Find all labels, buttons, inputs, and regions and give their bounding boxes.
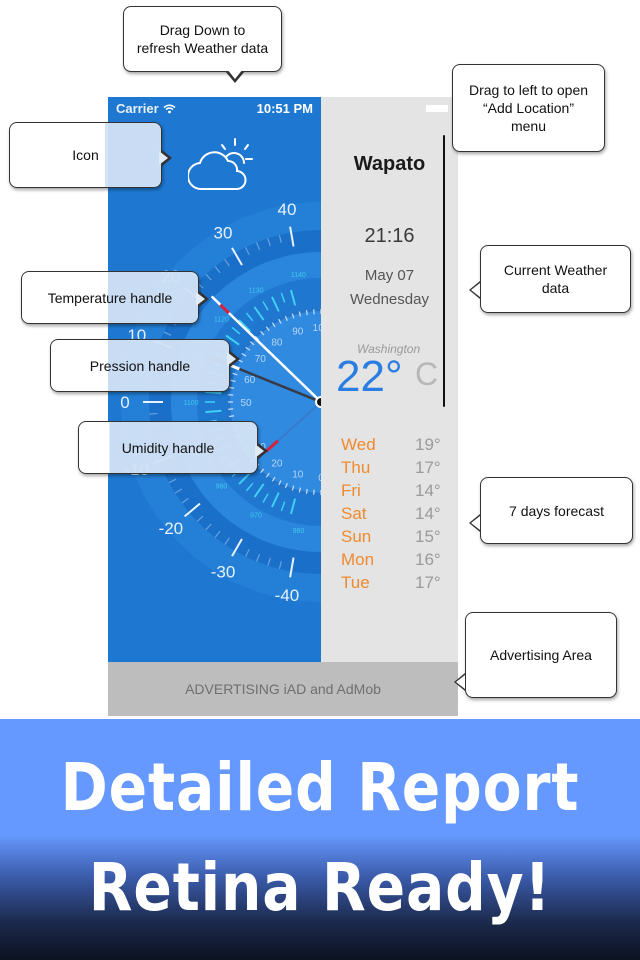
humidity-label: 20 bbox=[271, 459, 283, 470]
forecast-temp: 17° bbox=[415, 573, 441, 592]
temperature-label: 30 bbox=[214, 223, 233, 242]
humidity-tick bbox=[229, 386, 235, 389]
forecast-temp: 19° bbox=[415, 435, 441, 454]
callout-umidity-handle-text: Umidity handle bbox=[121, 439, 215, 456]
pressure-label: 960 bbox=[293, 528, 305, 535]
status-time: 10:51 PM bbox=[256, 101, 313, 116]
callout-tail bbox=[227, 350, 240, 368]
current-date: May 07 bbox=[364, 267, 415, 284]
callout-tail bbox=[255, 442, 268, 460]
forecast-row: Tue 17° bbox=[341, 571, 451, 594]
callout-tail bbox=[196, 290, 209, 308]
current-weekday: Wednesday bbox=[350, 291, 429, 308]
humidity-label: 60 bbox=[244, 375, 256, 386]
temperature-label: -40 bbox=[275, 586, 300, 605]
callout-current-weather-text: Current Weather data bbox=[503, 262, 608, 296]
callout-icon: Icon bbox=[9, 122, 172, 188]
status-carrier: Carrier bbox=[116, 101, 176, 116]
callout-add-location-text: Drag to left to open “Add Location” menu bbox=[468, 82, 589, 134]
humidity-label: 80 bbox=[271, 337, 283, 348]
callout-pointer-line bbox=[443, 135, 445, 407]
forecast-day: Mon bbox=[341, 550, 375, 569]
temperature-label: 0 bbox=[120, 393, 129, 412]
pressure-label: 970 bbox=[250, 513, 262, 520]
callout-umidity-handle: Umidity handle bbox=[78, 421, 268, 474]
humidity-label: 70 bbox=[255, 354, 267, 365]
forecast-row: Mon 16° bbox=[341, 548, 451, 571]
forecast-day: Wed bbox=[341, 435, 376, 454]
promo-banner: Detailed Report Retina Ready! bbox=[0, 719, 640, 960]
partly-cloudy-icon bbox=[188, 138, 253, 191]
callout-refresh-text: Drag Down to refresh Weather data bbox=[136, 22, 269, 56]
pressure-label: 980 bbox=[216, 484, 228, 491]
local-time: 21:16 bbox=[364, 225, 415, 247]
forecast-row: Wed 19° bbox=[341, 433, 451, 456]
temperature-unit[interactable]: C bbox=[415, 358, 438, 390]
humidity-tick bbox=[305, 310, 308, 316]
callout-forecast-text: 7 days forecast bbox=[509, 502, 604, 519]
forecast-row: Fri 14° bbox=[341, 479, 451, 502]
pressure-label: 1120 bbox=[214, 316, 229, 323]
temperature-label: -30 bbox=[211, 563, 236, 582]
callout-current-weather: Current Weather data bbox=[469, 245, 631, 313]
forecast-day: Fri bbox=[341, 481, 361, 500]
callout-pression-handle-text: Pression handle bbox=[89, 357, 191, 374]
pressure-label: 1140 bbox=[291, 272, 306, 279]
forecast-row: Sat 14° bbox=[341, 502, 451, 525]
callout-advertising-text: Advertising Area bbox=[490, 647, 592, 663]
carrier-label: Carrier bbox=[116, 101, 159, 116]
forecast-day: Thu bbox=[341, 458, 371, 477]
forecast-temp: 14° bbox=[415, 481, 441, 500]
advertising-label: ADVERTISING iAD and AdMob bbox=[185, 681, 381, 697]
temperature-tick bbox=[149, 412, 158, 415]
current-temperature: 22° bbox=[336, 352, 403, 401]
humidity-label: 90 bbox=[292, 327, 304, 338]
forecast-temp: 17° bbox=[415, 458, 441, 477]
temperature-label: -20 bbox=[159, 519, 184, 538]
advertising-banner[interactable]: ADVERTISING iAD and AdMob bbox=[108, 662, 458, 716]
forecast-day: Tue bbox=[341, 573, 370, 592]
wifi-icon bbox=[163, 104, 176, 113]
forecast-row: Sun 15° bbox=[341, 525, 451, 548]
forecast-temp: 15° bbox=[415, 527, 441, 546]
temperature-label: 40 bbox=[278, 200, 297, 219]
callout-refresh: Drag Down to refresh Weather data bbox=[123, 6, 282, 83]
battery-icon bbox=[426, 105, 448, 112]
callout-temperature-handle-text: Temperature handle bbox=[47, 289, 173, 306]
callout-tail bbox=[469, 514, 480, 532]
forecast-row: Thu 17° bbox=[341, 456, 451, 479]
forecast-day: Sun bbox=[341, 527, 372, 546]
pressure-tick bbox=[205, 390, 222, 395]
callout-temperature-handle: Temperature handle bbox=[21, 271, 209, 324]
current-weather-panel[interactable]: Wapato 21:16 May 07 Wednesday Washington… bbox=[321, 97, 458, 662]
callout-icon-text: Icon bbox=[72, 147, 99, 163]
forecast-temp: 14° bbox=[415, 504, 441, 523]
callout-advertising: Advertising Area bbox=[454, 612, 617, 698]
callout-pression-handle: Pression handle bbox=[50, 339, 240, 392]
callout-tail bbox=[225, 69, 245, 83]
banner-headline: Detailed Report bbox=[60, 749, 580, 826]
forecast-list: Wed 19° Thu 17° Fri 14° Sat 14° Sun 15° Mon 16… bbox=[341, 433, 451, 594]
forecast-temp: 16° bbox=[415, 550, 441, 569]
pressure-label: 1130 bbox=[248, 287, 263, 294]
humidity-tick bbox=[305, 488, 308, 494]
city-name: Wapato bbox=[353, 153, 426, 175]
humidity-label: 100 bbox=[313, 323, 321, 334]
pressure-label: 1100 bbox=[183, 400, 198, 407]
callout-forecast: 7 days forecast bbox=[469, 477, 633, 544]
banner-subheadline: Retina Ready! bbox=[88, 849, 552, 926]
callout-tail bbox=[454, 673, 465, 691]
app-screen: 403020100-10-20-30-401150114011301120111… bbox=[108, 97, 458, 716]
humidity-label: 50 bbox=[240, 398, 252, 409]
humidity-tick bbox=[229, 415, 235, 418]
pressure-tick bbox=[205, 409, 222, 414]
callout-tail bbox=[159, 149, 172, 167]
callout-add-location: Drag to left to open “Add Location” menu bbox=[452, 64, 605, 152]
humidity-label: 10 bbox=[292, 469, 304, 480]
callout-tail bbox=[469, 281, 480, 299]
forecast-day: Sat bbox=[341, 504, 367, 523]
